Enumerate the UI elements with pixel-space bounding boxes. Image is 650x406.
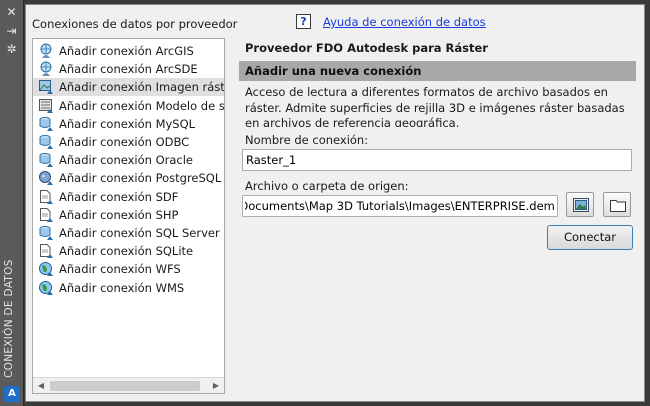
provider-list[interactable]: Añadir conexión ArcGIS Añadir conexión Ar… bbox=[32, 38, 225, 394]
database-globe-icon bbox=[38, 225, 54, 241]
list-item[interactable]: Añadir conexión SHP bbox=[33, 206, 224, 224]
source-file-input[interactable] bbox=[242, 195, 558, 217]
browse-folder-button[interactable] bbox=[603, 192, 631, 217]
database-globe-icon bbox=[38, 152, 54, 168]
database-globe-icon bbox=[38, 116, 54, 132]
section-header: Añadir una nueva conexión bbox=[239, 61, 636, 81]
list-item-label: Añadir conexión SQLite bbox=[59, 244, 194, 259]
data-connect-panel: Conexiones de datos por proveedor Añadir… bbox=[25, 4, 645, 402]
list-item-label: Añadir conexión Oracle bbox=[59, 153, 194, 168]
globe-user-icon bbox=[38, 61, 54, 77]
list-item-label: Añadir conexión MySQL bbox=[59, 116, 196, 131]
list-item-label: Añadir conexión Imagen ráster o bbox=[59, 80, 225, 95]
list-item[interactable]: Añadir conexión ArcGIS bbox=[33, 42, 224, 60]
provider-title: Proveedor FDO Autodesk para Ráster bbox=[245, 41, 488, 55]
globe-user-icon bbox=[38, 43, 54, 59]
sector-model-icon bbox=[38, 98, 54, 114]
properties-icon[interactable]: ✲ bbox=[4, 42, 19, 57]
source-file-label: Archivo o carpeta de origen: bbox=[245, 179, 409, 193]
connection-name-input[interactable] bbox=[242, 149, 632, 171]
horizontal-scrollbar[interactable]: ◀ ▶ bbox=[33, 377, 224, 393]
list-item-label: Añadir conexión SQL Server Spa bbox=[59, 226, 224, 240]
list-item[interactable]: Añadir conexión MySQL bbox=[33, 115, 224, 133]
image-file-icon bbox=[573, 198, 589, 212]
list-item[interactable]: Añadir conexión Imagen ráster o bbox=[33, 78, 225, 97]
list-item[interactable]: Añadir conexión PostgreSQL bbox=[33, 169, 224, 187]
list-item-label: Añadir conexión PostgreSQL bbox=[59, 171, 222, 186]
list-item-label: Añadir conexión ArcGIS bbox=[59, 44, 194, 58]
section-title: Añadir una nueva conexión bbox=[245, 64, 422, 78]
scroll-left-icon[interactable]: ◀ bbox=[33, 378, 49, 393]
connect-button[interactable]: Conectar bbox=[547, 225, 633, 250]
web-globe-icon bbox=[38, 280, 54, 296]
folder-icon bbox=[610, 200, 626, 212]
list-item-label: Añadir conexión Modelo de secto bbox=[59, 98, 225, 113]
list-item[interactable]: Añadir conexión ODBC bbox=[33, 133, 224, 151]
list-item[interactable]: Añadir conexión Modelo de secto bbox=[33, 97, 225, 115]
file-arrow-icon bbox=[38, 189, 54, 205]
list-item[interactable]: Añadir conexión SQL Server Spa bbox=[33, 224, 224, 242]
list-item-label: Añadir conexión ODBC bbox=[59, 135, 190, 149]
autodesk-logo-icon: A bbox=[4, 386, 20, 402]
list-item-label: Añadir conexión SHP bbox=[59, 207, 179, 222]
connection-name-label: Nombre de conexión: bbox=[245, 133, 369, 147]
postgres-icon bbox=[38, 170, 54, 186]
list-item[interactable]: Añadir conexión Oracle bbox=[33, 151, 224, 169]
scrollbar-thumb[interactable] bbox=[50, 381, 200, 391]
database-globe-icon bbox=[38, 134, 54, 150]
list-item[interactable]: Añadir conexión WMS bbox=[33, 279, 224, 297]
provider-description: Acceso de lectura a diferentes formatos … bbox=[245, 85, 625, 127]
help-icon[interactable]: ? bbox=[296, 14, 311, 29]
list-item[interactable]: Añadir conexión WFS bbox=[33, 260, 224, 278]
list-item[interactable]: Añadir conexión SQLite bbox=[33, 242, 224, 260]
list-item-label: Añadir conexión WMS bbox=[59, 280, 185, 295]
autohide-icon[interactable]: ⇥ bbox=[4, 24, 19, 39]
browse-file-button[interactable] bbox=[566, 192, 594, 217]
list-item-label: Añadir conexión WFS bbox=[59, 262, 181, 277]
palette-titlebar: ✕ ⇥ ✲ CONEXIÓN DE DATOS A bbox=[0, 0, 24, 406]
raster-image-icon bbox=[38, 79, 54, 95]
help-link[interactable]: Ayuda de conexión de datos bbox=[323, 15, 486, 29]
file-arrow-icon bbox=[38, 243, 54, 259]
provider-list-heading: Conexiones de datos por proveedor bbox=[32, 17, 238, 31]
list-item[interactable]: Añadir conexión SDF bbox=[33, 188, 224, 206]
web-globe-icon bbox=[38, 261, 54, 277]
list-item-label: Añadir conexión SDF bbox=[59, 189, 179, 204]
close-icon[interactable]: ✕ bbox=[4, 5, 19, 20]
palette-title: CONEXIÓN DE DATOS bbox=[3, 259, 15, 378]
list-item[interactable]: Añadir conexión ArcSDE bbox=[33, 60, 224, 78]
scroll-right-icon[interactable]: ▶ bbox=[208, 378, 224, 393]
file-arrow-icon bbox=[38, 207, 54, 223]
list-item-label: Añadir conexión ArcSDE bbox=[59, 62, 198, 77]
